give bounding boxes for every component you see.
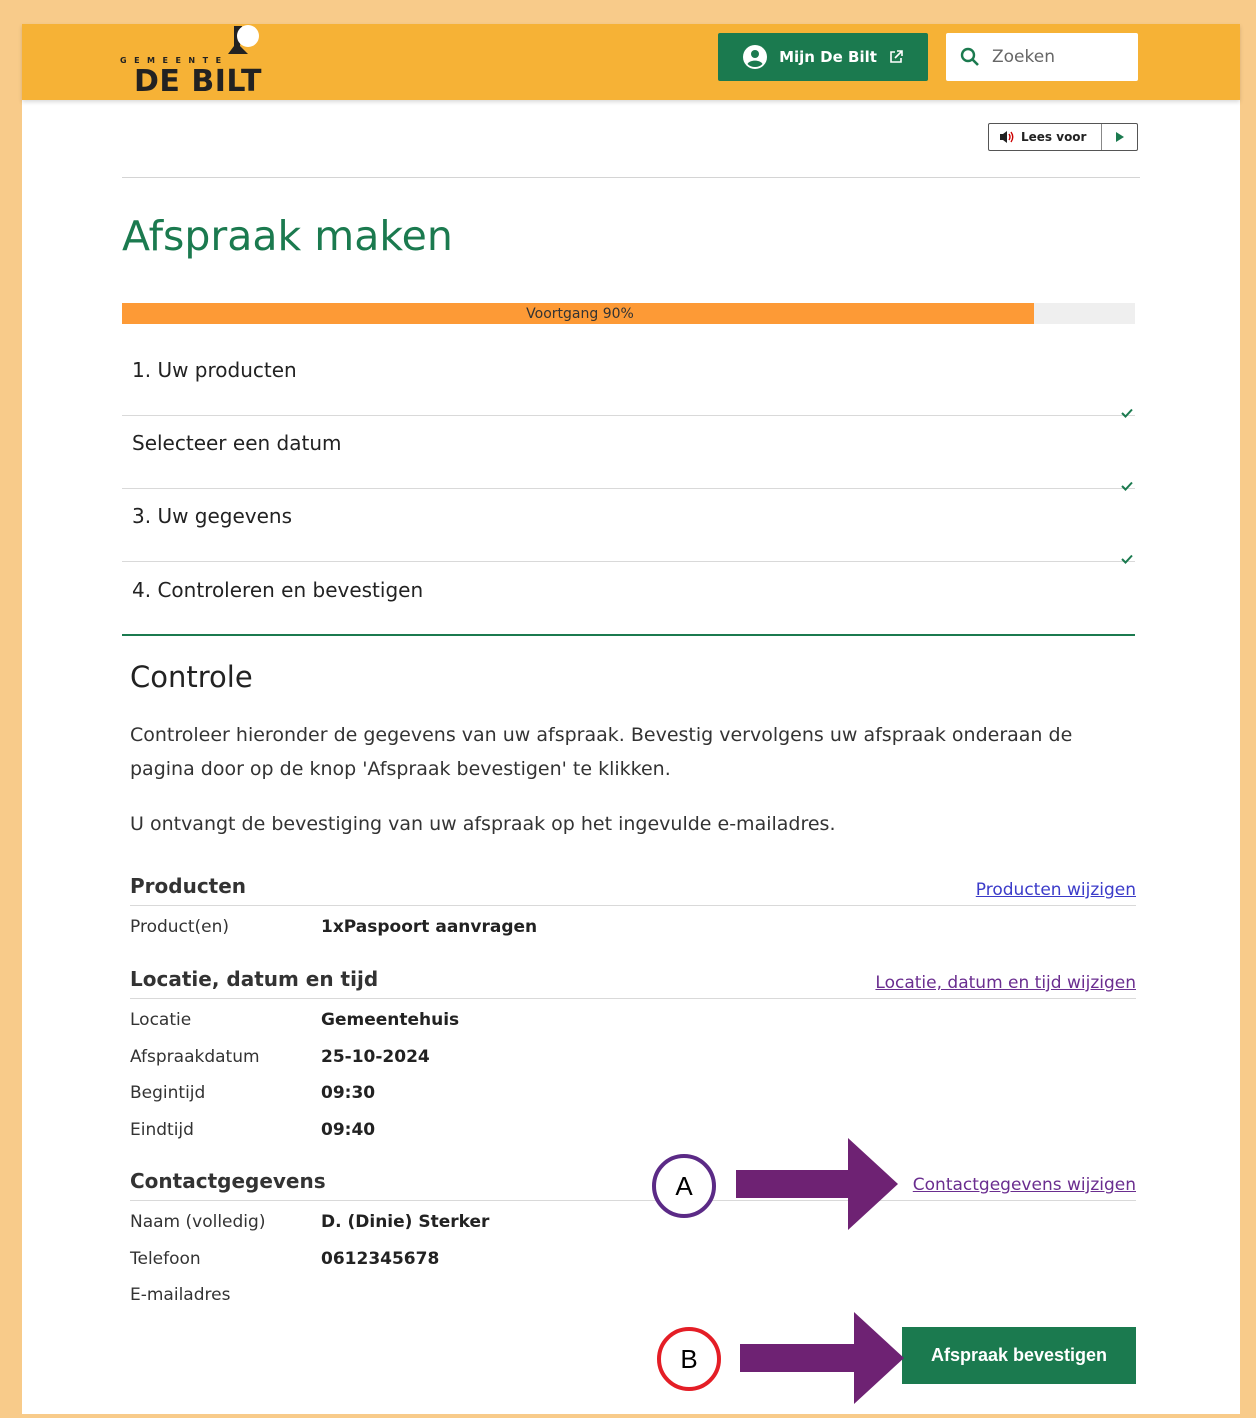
read-aloud-button[interactable]: Lees voor bbox=[989, 124, 1102, 150]
row-value: 0612345678 bbox=[321, 1249, 440, 1269]
search-box bbox=[946, 33, 1138, 81]
step-label: 4. Controleren en bevestigen bbox=[132, 578, 424, 602]
annotation-b-arrow-icon bbox=[740, 1312, 904, 1404]
mijn-de-bilt-label: Mijn De Bilt bbox=[779, 48, 877, 66]
page: GEMEENTE DE BILT Mijn De Bilt Zoeken Lee… bbox=[22, 24, 1240, 1414]
read-aloud-widget: Lees voor bbox=[988, 123, 1138, 151]
row-key: Afspraakdatum bbox=[130, 1047, 260, 1067]
logo-big-text: DE BILT bbox=[134, 64, 262, 99]
review-intro: Controleer hieronder de gegevens van uw … bbox=[130, 724, 1073, 780]
row-key: E-mailadres bbox=[130, 1285, 231, 1305]
page-title: Afspraak maken bbox=[122, 212, 453, 260]
confirm-appointment-button[interactable]: Afspraak bevestigen bbox=[902, 1327, 1136, 1384]
row-key: Eindtijd bbox=[130, 1120, 194, 1140]
logo-bell-icon bbox=[228, 25, 259, 54]
products-section-header: Producten Producten wijzigen bbox=[130, 874, 1136, 906]
contact-section-title: Contactgegevens bbox=[130, 1169, 326, 1193]
step-date[interactable]: Selecteer een datum bbox=[122, 417, 1135, 491]
step-label: 1. Uw producten bbox=[132, 358, 297, 382]
check-icon bbox=[1121, 554, 1133, 564]
contact-section-header: Contactgegevens Contactgegevens wijzigen bbox=[130, 1169, 1136, 1201]
mijn-de-bilt-button[interactable]: Mijn De Bilt bbox=[718, 33, 928, 81]
step-products[interactable]: 1. Uw producten bbox=[122, 344, 1135, 418]
row-key: Naam (volledig) bbox=[130, 1212, 266, 1232]
annotation-a-circle: A bbox=[652, 1154, 716, 1218]
products-section-title: Producten bbox=[130, 874, 247, 898]
review-title: Controle bbox=[130, 660, 253, 694]
row-value: Gemeentehuis bbox=[321, 1010, 460, 1030]
step-review[interactable]: 4. Controleren en bevestigen bbox=[122, 564, 1135, 636]
step-details[interactable]: 3. Uw gegevens bbox=[122, 490, 1135, 564]
row-key: Telefoon bbox=[130, 1249, 201, 1269]
edit-products-link[interactable]: Producten wijzigen bbox=[976, 880, 1136, 900]
location-section-title: Locatie, datum en tijd bbox=[130, 967, 379, 991]
site-header: GEMEENTE DE BILT Mijn De Bilt bbox=[22, 24, 1240, 100]
row-key: Locatie bbox=[130, 1010, 192, 1030]
gemeente-de-bilt-logo[interactable]: GEMEENTE DE BILT bbox=[120, 24, 270, 99]
progress-label: Voortgang 90% bbox=[526, 306, 634, 322]
row-value: 09:30 bbox=[321, 1083, 376, 1103]
user-account-icon bbox=[743, 45, 768, 69]
row-value: 25-10-2024 bbox=[321, 1047, 430, 1067]
row-key: Product(en) bbox=[130, 917, 230, 937]
location-section-header: Locatie, datum en tijd Locatie, datum en… bbox=[130, 967, 1136, 999]
edit-location-link[interactable]: Locatie, datum en tijd wijzigen bbox=[875, 973, 1136, 993]
search-icon[interactable] bbox=[960, 47, 980, 67]
play-button[interactable] bbox=[1102, 124, 1137, 150]
row-key: Begintijd bbox=[130, 1083, 206, 1103]
divider bbox=[122, 177, 1140, 178]
row-value: 09:40 bbox=[321, 1120, 376, 1140]
search-input[interactable] bbox=[990, 46, 1124, 68]
external-link-icon bbox=[890, 50, 903, 63]
progress-bar: Voortgang 90% bbox=[122, 303, 1135, 324]
read-aloud-label: Lees voor bbox=[1021, 130, 1087, 144]
edit-contact-link[interactable]: Contactgegevens wijzigen bbox=[913, 1175, 1136, 1195]
step-label: Selecteer een datum bbox=[132, 431, 342, 455]
annotation-b-circle: B bbox=[657, 1327, 721, 1391]
play-icon bbox=[1115, 132, 1124, 142]
review-note: U ontvangt de bevestiging van uw afspraa… bbox=[130, 813, 836, 835]
row-value: D. (Dinie) Sterker bbox=[321, 1212, 490, 1232]
annotation-a-arrow-icon bbox=[736, 1138, 898, 1230]
row-value: 1xPaspoort aanvragen bbox=[321, 917, 538, 937]
step-label: 3. Uw gegevens bbox=[132, 504, 293, 528]
speaker-icon bbox=[1000, 131, 1014, 143]
